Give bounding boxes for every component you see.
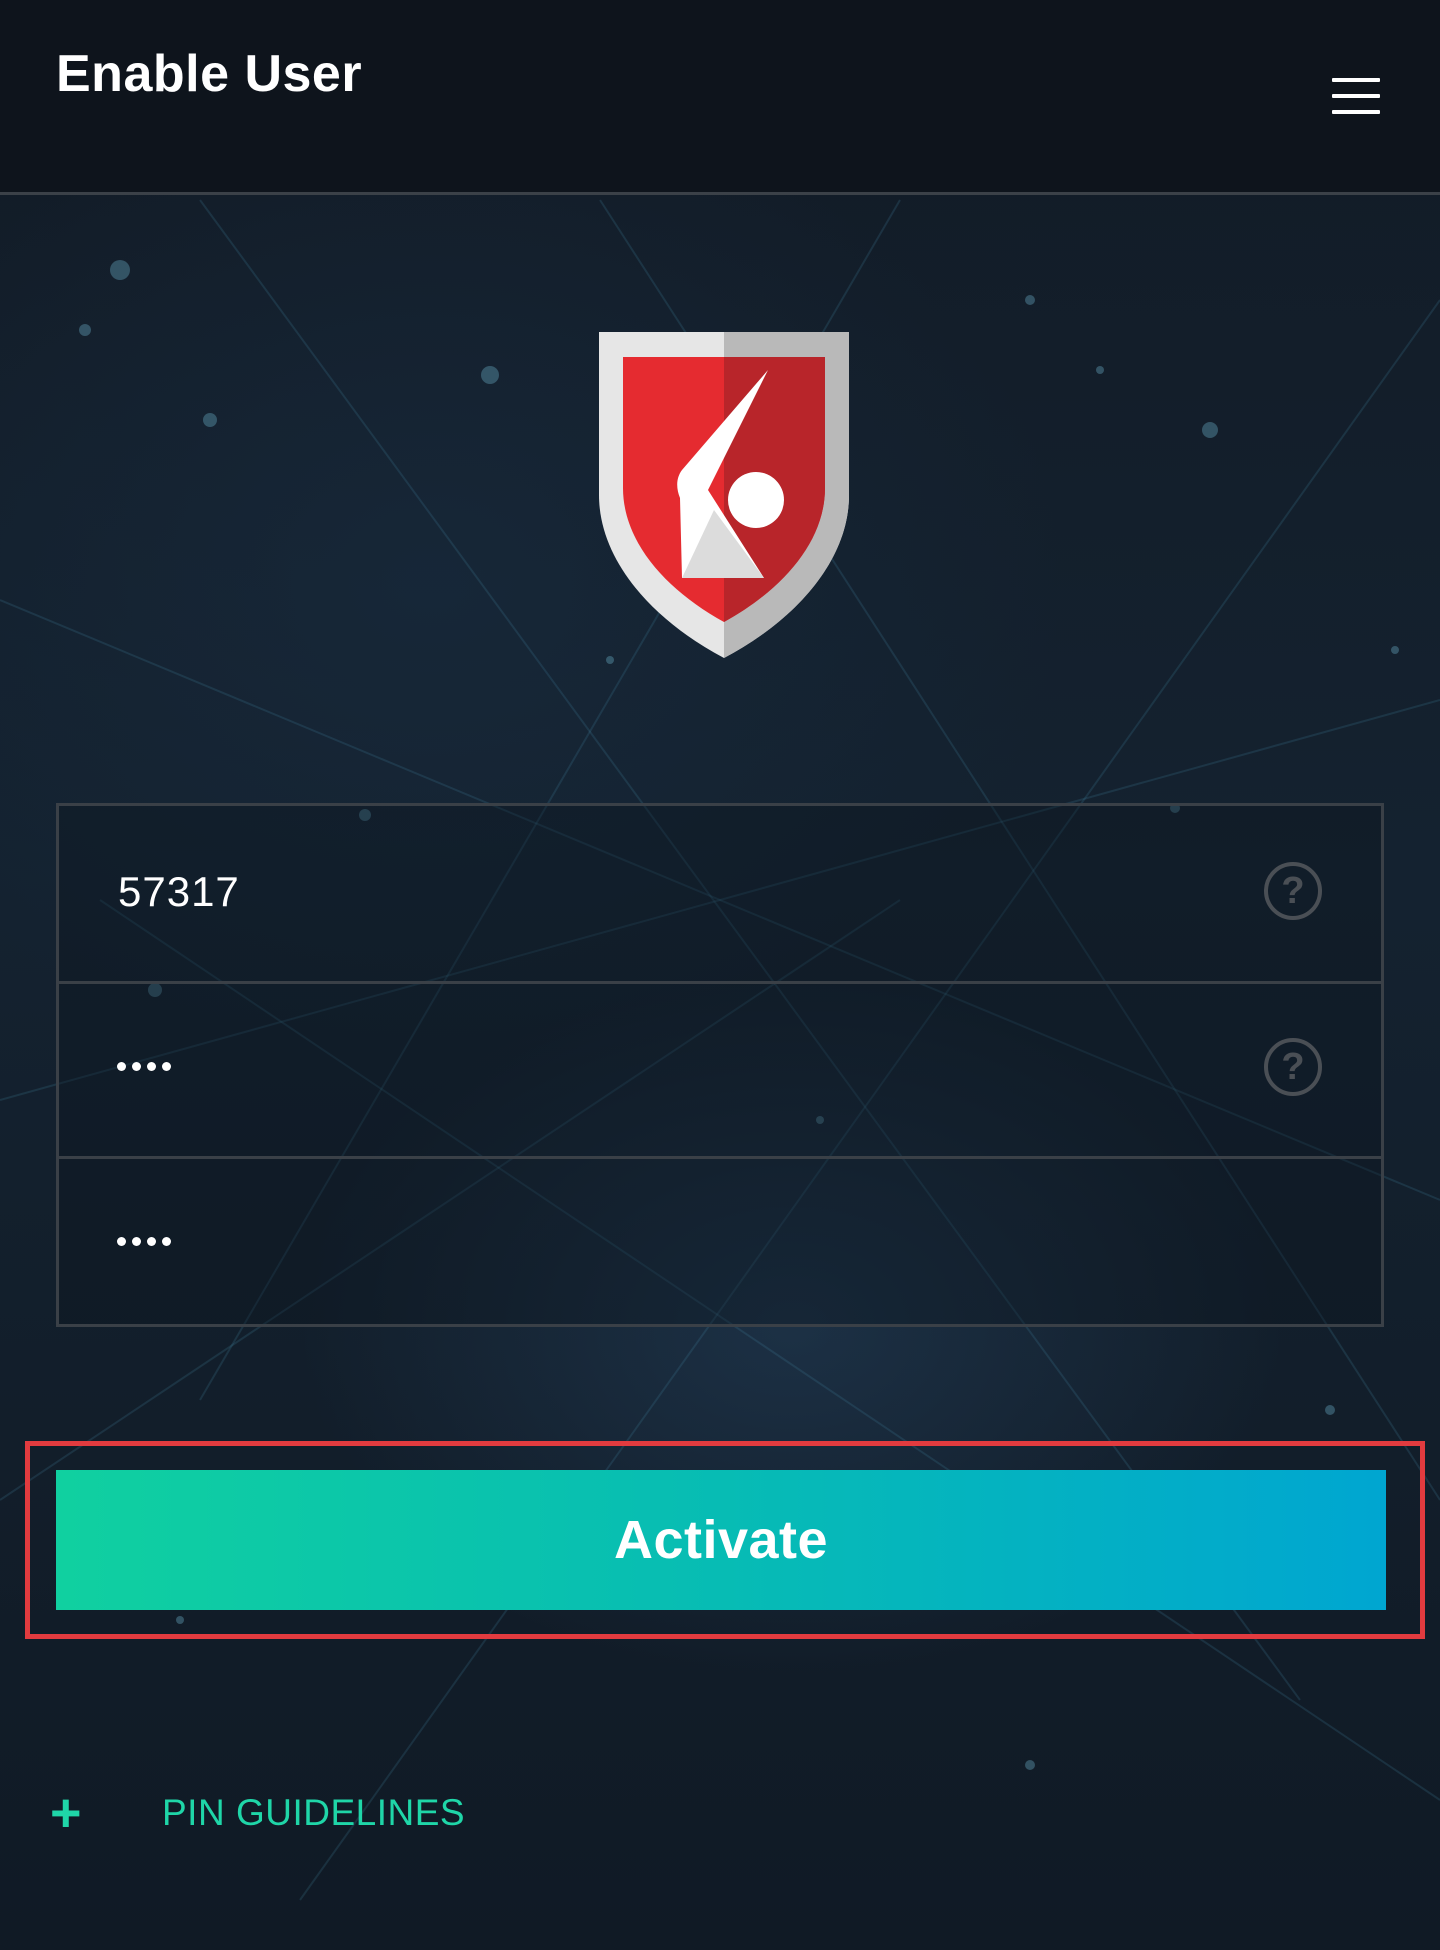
activate-button[interactable]: Activate [56, 1470, 1386, 1610]
hamburger-menu-icon[interactable] [1320, 70, 1390, 122]
question-mark-icon[interactable]: ? [1264, 862, 1322, 920]
masked-confirm-pin-value [117, 1237, 171, 1246]
user-id-field[interactable]: 57317 ? [59, 806, 1381, 978]
page-title: Enable User [56, 45, 363, 103]
user-id-value: 57317 [118, 868, 240, 915]
pin-field[interactable]: ? [59, 981, 1381, 1153]
plus-icon: + [50, 1783, 82, 1843]
confirm-pin-field[interactable] [59, 1156, 1381, 1328]
pin-guidelines-label: PIN GUIDELINES [162, 1792, 466, 1833]
masked-pin-value [117, 1062, 171, 1071]
app-header: Enable User [0, 0, 1440, 195]
pin-guidelines-toggle[interactable]: + PIN GUIDELINES [50, 1786, 470, 1846]
question-mark-icon[interactable]: ? [1264, 1038, 1322, 1096]
enable-user-form: 57317 ? ? [56, 803, 1384, 1327]
shield-logo-icon [596, 330, 852, 660]
